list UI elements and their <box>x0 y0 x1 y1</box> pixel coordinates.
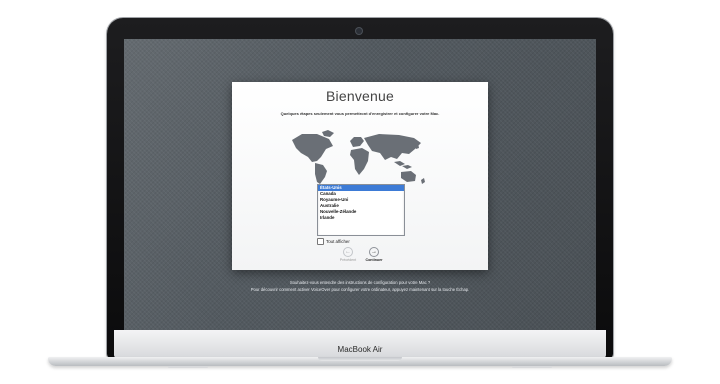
page-subtitle: Quelques étapes seulement vous permettro… <box>280 111 440 116</box>
country-list[interactable]: États-Unis Canada Royaume-Uni Australie … <box>317 184 405 236</box>
laptop-foot <box>168 366 208 368</box>
show-all-checkbox[interactable] <box>317 238 324 245</box>
world-map-icon <box>292 130 425 184</box>
page-title: Bienvenue <box>326 88 394 104</box>
right-arrow-circle-icon: → <box>369 247 379 257</box>
previous-label: Précédent <box>339 258 357 262</box>
setup-assistant-window: Bienvenue Quelques étapes seulement vous… <box>232 82 488 270</box>
device-brand-label: MacBook Air <box>337 345 383 354</box>
continue-button[interactable]: → Continuer <box>362 247 386 262</box>
left-arrow-circle-icon: ← <box>343 247 353 257</box>
opening-notch <box>318 357 402 361</box>
voiceover-line: Pour découvrir comment activer VoiceOver… <box>250 286 470 292</box>
show-all-label: Tout afficher <box>326 239 350 244</box>
camera-icon <box>356 28 362 34</box>
country-option[interactable]: Irlande <box>318 215 404 221</box>
laptop-foot <box>512 366 552 368</box>
previous-button[interactable]: ← Précédent <box>336 247 360 262</box>
show-all-option[interactable]: Tout afficher <box>317 238 350 245</box>
continue-label: Continuer <box>365 258 383 262</box>
voiceover-instructions: Souhaitez-vous entendre des instructions… <box>124 280 596 293</box>
